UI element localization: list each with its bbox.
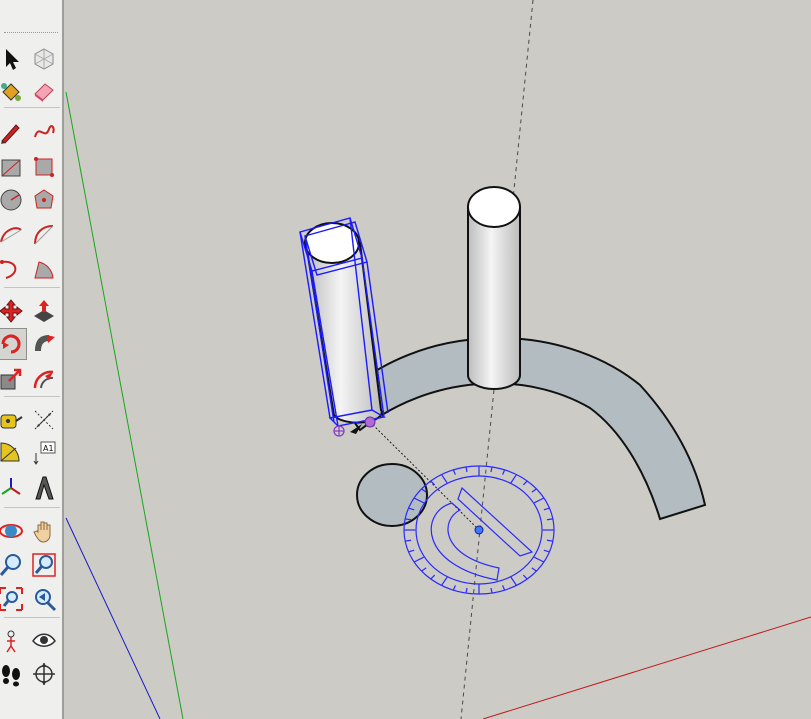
axes-icon	[1, 478, 21, 495]
push-pull-icon	[34, 300, 54, 322]
rectangle-icon	[1, 159, 21, 177]
three-point-arc-tool[interactable]	[0, 253, 27, 285]
toolbar-grip[interactable]	[4, 32, 58, 36]
red-axis	[482, 616, 811, 719]
arc-tool[interactable]	[0, 219, 27, 251]
drawing-viewport[interactable]	[64, 0, 811, 719]
position-camera-icon	[6, 630, 16, 653]
dimension-tool[interactable]	[28, 404, 60, 436]
zoom-magnifier-icon	[0, 554, 21, 576]
pan-hand-icon	[33, 521, 51, 543]
zoom-window-icon	[32, 553, 56, 577]
freehand-tool[interactable]	[28, 116, 60, 148]
freehand-curve-icon	[34, 125, 55, 138]
component-cube-icon	[34, 48, 54, 70]
toolbar-separator	[4, 396, 60, 397]
3d-text-tool[interactable]	[28, 472, 60, 504]
tool-palette: A1	[0, 0, 64, 719]
follow-me-icon	[35, 335, 55, 351]
toolbar-separator	[4, 107, 60, 108]
cylinder-right-body[interactable]	[467, 206, 521, 390]
text-tool[interactable]: A1	[28, 437, 60, 469]
3d-text-icon	[35, 476, 54, 500]
zoom-tool[interactable]	[0, 549, 27, 581]
model-canvas[interactable]	[64, 0, 811, 719]
two-point-arc-tool[interactable]	[28, 219, 60, 251]
pie-tool[interactable]	[28, 253, 60, 285]
tape-measure-tool[interactable]	[0, 404, 27, 436]
pencil-icon	[1, 124, 20, 144]
paint-bucket-icon	[1, 83, 21, 101]
follow-me-tool[interactable]	[28, 328, 60, 360]
pie-icon	[34, 261, 54, 279]
rotate-icon	[1, 334, 21, 354]
toolbar-separator	[4, 617, 60, 618]
select-tool[interactable]	[0, 43, 27, 75]
two-point-arc-icon	[34, 225, 54, 245]
rotated-rectangle-icon	[34, 157, 54, 177]
toolbar-separator	[4, 507, 60, 508]
line-tool[interactable]	[0, 116, 27, 148]
three-point-arc-icon	[0, 260, 17, 279]
pan-tool[interactable]	[28, 515, 60, 547]
arc-icon	[0, 227, 22, 243]
green-axis	[65, 91, 184, 719]
tape-measure-icon	[0, 414, 23, 429]
blue-axis	[65, 517, 161, 719]
rotate-tool[interactable]	[0, 328, 27, 360]
protractor-icon	[0, 442, 20, 462]
polygon-tool[interactable]	[28, 184, 60, 216]
dimension-icon	[34, 410, 54, 430]
scale-icon	[0, 368, 22, 390]
rectangle-tool[interactable]	[0, 151, 27, 183]
previous-view-icon	[35, 589, 57, 612]
zoom-window-tool[interactable]	[28, 549, 60, 581]
rotate-start-point[interactable]	[364, 416, 376, 428]
section-plane-icon	[33, 663, 55, 685]
offset-icon	[33, 370, 54, 389]
walk-tool[interactable]	[0, 658, 27, 690]
zoom-extents-icon	[0, 587, 23, 611]
polygon-icon	[34, 189, 54, 209]
orbit-icon	[0, 524, 23, 538]
footprints-icon	[2, 665, 20, 687]
axes-tool[interactable]	[0, 472, 27, 504]
push-pull-tool[interactable]	[28, 295, 60, 327]
make-component-tool[interactable]	[28, 43, 60, 75]
toolbar-separator	[4, 287, 60, 288]
eye-icon	[32, 633, 56, 647]
move-tool[interactable]	[0, 295, 27, 327]
eraser-icon	[34, 83, 54, 102]
eraser-tool[interactable]	[28, 75, 60, 107]
protractor-center	[474, 525, 484, 535]
previous-view-tool[interactable]	[28, 583, 60, 615]
arrow-cursor-icon	[6, 49, 19, 70]
section-plane-tool[interactable]	[28, 658, 60, 690]
inference-point	[333, 425, 345, 437]
move-arrows-icon	[0, 299, 23, 323]
scale-tool[interactable]	[0, 363, 27, 395]
circle-icon	[0, 189, 22, 211]
offset-tool[interactable]	[28, 363, 60, 395]
look-around-tool[interactable]	[28, 625, 60, 657]
protractor-tool[interactable]	[0, 437, 27, 469]
cylinder-right-top[interactable]	[467, 186, 521, 228]
circle-tool[interactable]	[0, 184, 27, 216]
orbit-tool[interactable]	[0, 515, 27, 547]
paint-bucket-tool[interactable]	[0, 75, 27, 107]
zoom-extents-tool[interactable]	[0, 583, 27, 615]
text-label-icon: A1	[33, 441, 56, 465]
rotated-rectangle-tool[interactable]	[28, 151, 60, 183]
svg-text:A1: A1	[43, 444, 54, 453]
position-camera-tool[interactable]	[0, 625, 27, 657]
